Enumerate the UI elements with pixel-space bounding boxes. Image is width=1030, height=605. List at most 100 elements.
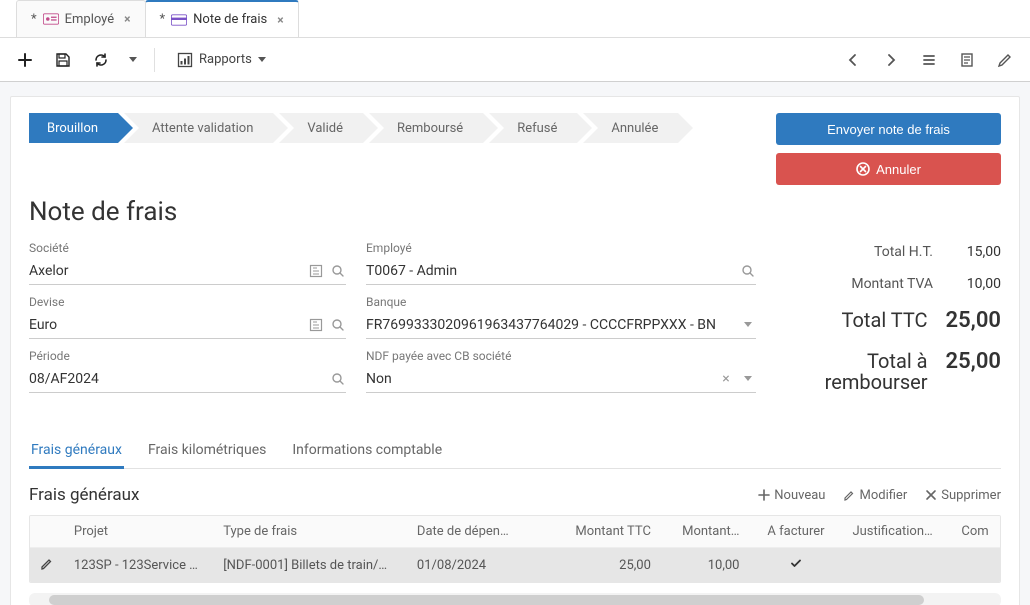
societe-value: Axelor xyxy=(29,263,346,279)
workflow-step-brouillon[interactable]: Brouillon xyxy=(29,113,118,143)
horizontal-scrollbar[interactable] xyxy=(29,593,1001,605)
cell-date: 01/08/2024 xyxy=(407,548,553,583)
cancel-label: Annuler xyxy=(876,162,921,177)
cell-projet: 123SP - 123Service … xyxy=(64,548,213,583)
summary-ht-label: Total H.T. xyxy=(776,244,933,260)
workflow-step-attente[interactable]: Attente validation xyxy=(124,113,273,143)
devise-label: Devise xyxy=(29,295,346,309)
col-afacturer[interactable]: A facturer xyxy=(750,516,843,548)
row-edit-icon[interactable] xyxy=(40,559,53,574)
employe-value: T0067 - Admin xyxy=(366,263,756,279)
tab-dirty-marker: * xyxy=(31,12,37,27)
search-icon[interactable] xyxy=(330,317,346,333)
table-row[interactable]: 123SP - 123Service … [NDF-0001] Billets … xyxy=(30,548,1001,583)
tab-employe[interactable]: * Employé × xyxy=(16,0,146,37)
clear-icon[interactable]: × xyxy=(718,371,734,387)
devise-value: Euro xyxy=(29,317,346,333)
summary-ht-value: 15,00 xyxy=(951,244,1001,260)
page-tabstrip: * Employé × * Note de frais × xyxy=(0,0,1030,38)
tab-label: Note de frais xyxy=(193,12,267,27)
panel-delete-button[interactable]: Supprimer xyxy=(925,488,1001,503)
summary-ttc-label: Total TTC xyxy=(776,308,928,332)
close-icon[interactable]: × xyxy=(277,13,283,27)
ndf-cb-field[interactable]: Non × xyxy=(366,365,756,393)
tab-dirty-marker: * xyxy=(160,12,166,27)
toolbar-more-dropdown[interactable] xyxy=(124,45,142,75)
settings-button[interactable] xyxy=(990,45,1020,75)
cell-ttc: 25,00 xyxy=(553,548,661,583)
subtab-frais-km[interactable]: Frais kilométriques xyxy=(146,434,268,468)
summary-panel: Total H.T. 15,00 Montant TVA 10,00 Total… xyxy=(776,241,1001,396)
panel-new-button[interactable]: Nouveau xyxy=(758,488,825,503)
prev-record-button[interactable] xyxy=(838,45,868,75)
employe-label: Employé xyxy=(366,241,756,255)
banque-field[interactable]: FR7699333020961963437764029 - CCCCFRPPXX… xyxy=(366,311,756,339)
banque-label: Banque xyxy=(366,295,756,309)
open-record-icon[interactable] xyxy=(308,263,324,279)
x-icon xyxy=(925,489,937,501)
ndf-cb-value: Non xyxy=(366,371,756,387)
list-view-button[interactable] xyxy=(914,45,944,75)
subtab-frais-generaux[interactable]: Frais généraux xyxy=(29,434,124,468)
workflow-step-annulee[interactable]: Annulée xyxy=(583,113,678,143)
subtab-infos-compta[interactable]: Informations comptable xyxy=(290,434,444,468)
summary-ttc-value: 25,00 xyxy=(946,308,1001,333)
cell-tva: 10,00 xyxy=(661,548,750,583)
col-ttc[interactable]: Montant TTC xyxy=(553,516,661,548)
form-view-button[interactable] xyxy=(952,45,982,75)
cell-com xyxy=(951,548,1001,583)
col-type[interactable]: Type de frais xyxy=(213,516,407,548)
col-com[interactable]: Com xyxy=(951,516,1001,548)
employe-field[interactable]: T0067 - Admin xyxy=(366,257,756,285)
col-date[interactable]: Date de dépen… xyxy=(407,516,553,548)
devise-field[interactable]: Euro xyxy=(29,311,346,339)
send-expense-button[interactable]: Envoyer note de frais xyxy=(776,113,1001,145)
content-area: Brouillon Attente validation Validé Remb… xyxy=(0,82,1030,605)
cancel-expense-button[interactable]: Annuler xyxy=(776,153,1001,185)
toolbar-separator xyxy=(154,48,155,72)
pencil-icon xyxy=(843,489,855,501)
search-icon[interactable] xyxy=(740,263,756,279)
cancel-icon xyxy=(856,162,870,176)
refresh-button[interactable] xyxy=(86,45,116,75)
workflow-step-refuse[interactable]: Refusé xyxy=(489,113,577,143)
page-title: Note de frais xyxy=(29,197,1001,227)
close-icon[interactable]: × xyxy=(124,12,130,26)
col-projet[interactable]: Projet xyxy=(64,516,213,548)
scroll-thumb[interactable] xyxy=(49,595,924,605)
panel-edit-button[interactable]: Modifier xyxy=(843,488,907,503)
new-record-button[interactable] xyxy=(10,45,40,75)
chevron-down-icon[interactable] xyxy=(740,371,756,387)
chevron-down-icon xyxy=(258,57,266,62)
reports-dropdown[interactable]: Rapports xyxy=(167,48,276,72)
col-tva[interactable]: Montant… xyxy=(661,516,750,548)
badge-icon xyxy=(43,13,59,25)
societe-field[interactable]: Axelor xyxy=(29,257,346,285)
search-icon[interactable] xyxy=(330,263,346,279)
reports-label: Rapports xyxy=(199,52,252,67)
tab-label: Employé xyxy=(65,12,115,27)
summary-tva-label: Montant TVA xyxy=(776,276,933,292)
save-button[interactable] xyxy=(48,45,78,75)
action-buttons: Envoyer note de frais Annuler xyxy=(776,113,1001,185)
workflow-step-valide[interactable]: Validé xyxy=(279,113,363,143)
periode-field[interactable]: 08/AF2024 xyxy=(29,365,346,393)
next-record-button[interactable] xyxy=(876,45,906,75)
open-record-icon[interactable] xyxy=(308,317,324,333)
cell-type: [NDF-0001] Billets de train/… xyxy=(213,548,407,583)
search-icon[interactable] xyxy=(330,371,346,387)
cell-justif xyxy=(842,548,951,583)
panel-title: Frais généraux xyxy=(29,485,139,505)
summary-remb-value: 25,00 xyxy=(946,349,1001,374)
col-justif[interactable]: Justification… xyxy=(842,516,951,548)
summary-remb-label: Total à rembourser xyxy=(776,351,928,393)
workflow-statusbar: Brouillon Attente validation Validé Remb… xyxy=(29,113,684,143)
banque-value: FR7699333020961963437764029 - CCCCFRPPXX… xyxy=(366,317,756,333)
summary-tva-value: 10,00 xyxy=(951,276,1001,292)
workflow-step-rembourse[interactable]: Remboursé xyxy=(369,113,483,143)
chevron-down-icon[interactable] xyxy=(740,317,756,333)
toolbar: Rapports xyxy=(0,38,1030,82)
send-label: Envoyer note de frais xyxy=(827,122,950,137)
tab-note-de-frais[interactable]: * Note de frais × xyxy=(145,0,299,37)
societe-label: Société xyxy=(29,241,346,255)
